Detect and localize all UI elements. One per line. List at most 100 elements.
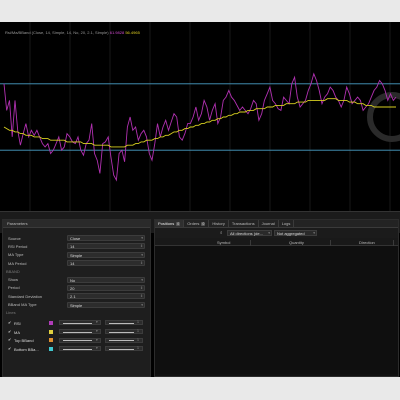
bband-section: BBAND [3, 267, 150, 275]
column-divider[interactable] [250, 240, 251, 246]
param-row-rsi-period: RSI Period 14 ⇕ [3, 242, 150, 250]
param-value-text: 14 [70, 244, 75, 250]
tab-orders[interactable]: Orders 0 [184, 220, 210, 227]
line-row: ✔ RSI ▾ 1 [3, 319, 150, 328]
positions-table-header: Symbol Quantity Direction [155, 238, 398, 246]
param-value-text: Close [70, 236, 81, 242]
param-value-text: No [70, 277, 76, 283]
chevron-down-icon: ▾ [313, 231, 315, 235]
line-row: ✔ Top BBand ▾ 1 [3, 336, 150, 345]
tab-label: Transactions [231, 221, 255, 226]
tab-logs[interactable]: Logs [279, 220, 295, 227]
watermark-logo [367, 92, 400, 142]
line-width-value: 1 [137, 329, 139, 334]
param-label: MA Period [8, 260, 27, 266]
bband-section-label: BBAND [6, 268, 20, 274]
indicator-chart[interactable]: Rsi/Ma/BBand (Close, 14, Simple, 14, No,… [0, 22, 400, 211]
column-header-quantity[interactable]: Quantity [289, 240, 304, 245]
bband-period-input[interactable]: 20 ⇕ [67, 284, 145, 291]
check-icon[interactable]: ✔ [8, 329, 12, 334]
lines-section: Lines [3, 309, 150, 317]
line-width-value: 1 [137, 320, 139, 325]
param-row-ma-period: MA Period 14 ⇕ [3, 259, 150, 267]
indicator-value-rsi: 61.9828 [109, 30, 125, 35]
param-label: RSI Period [8, 243, 28, 249]
bband-stddev-input[interactable]: 2.1 ⇕ [67, 293, 145, 300]
chevron-down-icon: ▾ [141, 302, 143, 307]
param-row-std-dev: Standard Deviation 2.1 ⇕ [3, 292, 150, 300]
param-row-source: Source Close ▾ [3, 234, 150, 242]
param-label: Period [8, 285, 20, 291]
param-value-text: Simple [70, 302, 83, 308]
stepper-icon: ⇕ [140, 244, 143, 249]
line-label: Bottom BBa... [14, 346, 39, 352]
parameters-header: Parameters [3, 220, 150, 228]
check-icon[interactable]: ✔ [8, 320, 12, 325]
param-row-ma-type: MA Type Simple ▾ [3, 251, 150, 259]
line-style-select[interactable] [59, 329, 101, 335]
chevron-down-icon: ▾ [96, 337, 98, 342]
line-row: ✔ MA ▾ 1 [3, 328, 150, 337]
chevron-down-icon: ▾ [96, 329, 98, 334]
tab-count-badge: 0 [201, 221, 206, 226]
rsi-period-input[interactable]: 14 ⇕ [67, 243, 145, 250]
param-label: Show [8, 277, 19, 283]
column-header-symbol[interactable]: Symbol [217, 240, 230, 245]
filter-bar: ⌕ All directions (de... ▾ Not aggregated ▾ [155, 228, 398, 238]
tab-label: Orders [187, 221, 200, 226]
chevron-down-icon: ▾ [141, 252, 143, 257]
tab-bar: Positions 0 Orders 0 History Transactions Jour… [155, 220, 398, 228]
tab-transactions[interactable]: Transactions [229, 220, 259, 227]
bband-show-select[interactable]: No ▾ [67, 276, 145, 283]
param-value-text: 2.1 [70, 294, 76, 300]
tab-journal[interactable]: Journal [259, 220, 279, 227]
tab-count-badge: 0 [176, 221, 181, 226]
ma-type-select[interactable]: Simple ▾ [67, 251, 145, 258]
param-row-bband-ma-type: BBand MA Type Simple ▾ [3, 300, 150, 308]
check-icon[interactable]: ✔ [8, 346, 12, 351]
chevron-down-icon: ▾ [268, 231, 270, 235]
line-width-value: 1 [137, 346, 139, 351]
ma-period-input[interactable]: 14 ⇕ [67, 260, 145, 267]
indicator-title: Rsi/Ma/BBand (Close, 14, Simple, 14, No,… [5, 30, 140, 35]
ma-series-line [3, 98, 396, 148]
direction-filter-select[interactable]: All directions (de... ▾ [227, 230, 272, 236]
column-divider[interactable] [393, 240, 394, 246]
stepper-icon: ⇕ [140, 285, 143, 290]
line-style-select[interactable] [59, 320, 101, 326]
source-select[interactable]: Close ▾ [67, 235, 145, 242]
column-header-direction[interactable]: Direction [359, 240, 375, 245]
line-label: Top BBand [14, 338, 34, 344]
platform-window: Rsi/Ma/BBand (Close, 14, Simple, 14, No,… [0, 22, 400, 377]
column-divider[interactable] [330, 240, 331, 246]
bband-ma-type-select[interactable]: Simple ▾ [67, 301, 145, 308]
tab-label: Logs [281, 221, 291, 226]
tab-label: History [212, 221, 225, 226]
tab-positions[interactable]: Positions 0 [155, 220, 185, 227]
param-label: Standard Deviation [8, 293, 43, 299]
check-icon[interactable]: ✔ [8, 338, 12, 342]
chevron-down-icon: ▾ [141, 277, 143, 282]
line-style-select[interactable] [59, 346, 101, 352]
param-value-text: 20 [70, 285, 75, 291]
param-row-show: Show No ▾ [3, 275, 150, 283]
color-swatch[interactable] [49, 329, 53, 334]
tab-history[interactable]: History [209, 220, 229, 227]
param-row-period: Period 20 ⇕ [3, 284, 150, 292]
color-swatch[interactable] [49, 338, 53, 343]
aggregation-filter-select[interactable]: Not aggregated ▾ [274, 230, 317, 236]
search-icon[interactable]: ⌕ [220, 230, 223, 235]
color-swatch[interactable] [49, 320, 53, 325]
line-label: RSI [14, 320, 21, 326]
tab-label: Positions [158, 221, 175, 226]
direction-filter-value: All directions (de... [230, 231, 263, 236]
parameters-title: Parameters [7, 221, 28, 226]
chevron-down-icon: ▾ [96, 320, 98, 325]
positions-table-body [155, 246, 398, 374]
line-style-select[interactable] [59, 337, 101, 343]
param-label: Source [8, 235, 21, 241]
indicator-title-text: Rsi/Ma/BBand (Close, 14, Simple, 14, No,… [5, 30, 109, 35]
color-swatch[interactable] [49, 346, 53, 351]
chart-canvas [0, 22, 400, 211]
param-value-text: Simple [70, 252, 83, 258]
